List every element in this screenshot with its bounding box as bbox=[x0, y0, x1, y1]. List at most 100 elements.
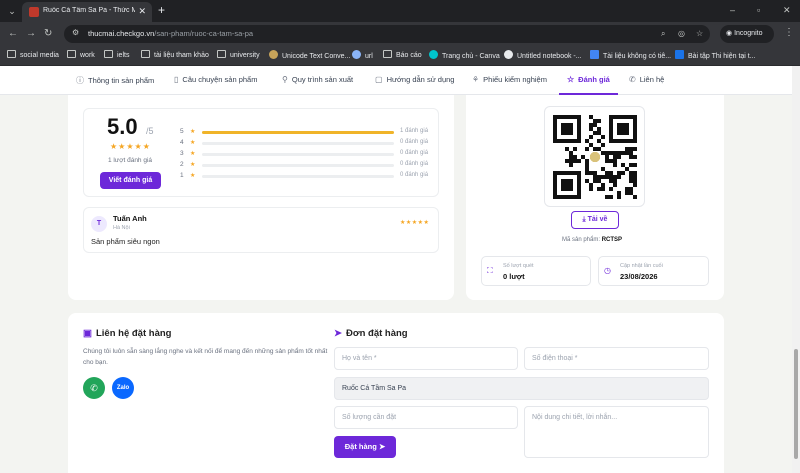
call-button[interactable]: ✆ bbox=[83, 377, 105, 399]
star-icon: ★ bbox=[190, 140, 196, 146]
reviewer-name: Tuấn Anh bbox=[113, 214, 147, 223]
docs-icon bbox=[590, 50, 599, 59]
bookmark-item[interactable]: tài liệu tham khảo bbox=[141, 50, 209, 61]
qr-code-image bbox=[553, 115, 637, 199]
scrollbar-thumb[interactable] bbox=[794, 349, 798, 459]
calendar-icon: ▣ bbox=[83, 328, 92, 339]
site-info-icon[interactable]: ⚙ bbox=[72, 28, 79, 37]
incognito-label: Incognito bbox=[734, 30, 763, 37]
rating-bar-row: 5 ★ 1 đánh giá bbox=[180, 128, 430, 136]
rating-count: 0 đánh giá bbox=[400, 161, 429, 167]
browser-tab-strip: ⌄ Ruốc Cá Tầm Sa Pa - Thức Mai ✕ + – ▫ ✕ bbox=[0, 0, 800, 22]
rating-bar-row: 4 ★ 0 đánh giá bbox=[180, 139, 430, 147]
eye-off-icon[interactable]: ◎ bbox=[678, 29, 685, 38]
bookmark-item[interactable]: university bbox=[217, 50, 260, 61]
maximize-icon[interactable]: ▫ bbox=[757, 3, 760, 17]
tab-production-process[interactable]: ⚲ Quy trình sản xuất bbox=[282, 75, 353, 84]
qr-code bbox=[544, 106, 645, 207]
bookmark-item[interactable]: Báo cáo bbox=[383, 50, 422, 61]
site-icon bbox=[675, 50, 684, 59]
info-icon: ⓘ bbox=[76, 76, 84, 85]
product-tab-nav: ⓘ Thông tin sản phẩm ▯ Câu chuyện sản phẩm… bbox=[0, 66, 792, 95]
submit-order-button[interactable]: Đặt hàng ➤ bbox=[334, 436, 396, 458]
tab-reviews[interactable]: ☆ Đánh giá bbox=[567, 75, 610, 84]
tab-search-icon[interactable]: ⌄ bbox=[5, 4, 19, 18]
message-field[interactable]: Nội dung chi tiết, lời nhắn... bbox=[524, 406, 709, 458]
bookmark-item[interactable]: work bbox=[67, 50, 95, 61]
contact-title: ▣ Liên hệ đặt hàng bbox=[83, 328, 172, 339]
name-field[interactable]: Họ và tên * bbox=[334, 347, 518, 370]
folder-icon bbox=[217, 50, 226, 58]
rating-count: 0 đánh giá bbox=[400, 139, 429, 145]
tab-usage-guide[interactable]: ▢ Hướng dẫn sử dụng bbox=[375, 75, 454, 84]
page-scrollbar[interactable] bbox=[792, 66, 800, 473]
browser-menu-icon[interactable]: ⋮ bbox=[784, 27, 794, 38]
rating-count: 1 đánh giá bbox=[400, 128, 429, 134]
new-tab-icon[interactable]: + bbox=[158, 3, 165, 17]
scan-icon: ⛶ bbox=[487, 266, 493, 275]
bookmark-item[interactable]: url bbox=[352, 50, 373, 62]
send-icon: ➤ bbox=[334, 328, 342, 339]
zalo-button[interactable]: Zalo bbox=[112, 377, 134, 399]
product-code: Mã sản phẩm: RCTSP bbox=[562, 237, 623, 243]
tab-test-certificate[interactable]: ⚘ Phiếu kiểm nghiệm bbox=[472, 75, 547, 84]
tab-close-icon[interactable]: ✕ bbox=[138, 6, 146, 16]
tab-product-info[interactable]: ⓘ Thông tin sản phẩm bbox=[76, 75, 154, 86]
phone-icon: ✆ bbox=[629, 75, 636, 84]
phone-icon: ✆ bbox=[90, 383, 98, 393]
back-icon[interactable]: ← bbox=[8, 27, 18, 41]
bookmark-item[interactable]: Unicode Text Conve... bbox=[269, 50, 350, 62]
rating-bar-fill bbox=[202, 131, 394, 134]
star-icon: ★ bbox=[190, 173, 196, 179]
quantity-field[interactable]: Số lượng cần đặt bbox=[334, 406, 518, 429]
globe-icon bbox=[352, 50, 361, 59]
order-title: ➤ Đơn đặt hàng bbox=[334, 328, 408, 339]
bookmark-item[interactable]: Trang chủ - Canva bbox=[429, 50, 500, 62]
star-icon: ★ bbox=[190, 162, 196, 168]
average-score: 5.0 bbox=[107, 114, 138, 139]
reload-icon[interactable]: ↻ bbox=[44, 27, 52, 41]
rating-level: 2 bbox=[180, 161, 184, 168]
tab-title: Ruốc Cá Tầm Sa Pa - Thức Mai bbox=[43, 7, 135, 14]
bookmark-item[interactable]: Untitled notebook -... bbox=[504, 50, 582, 62]
zoom-icon[interactable]: ⌕ bbox=[661, 29, 665, 39]
score-max: /5 bbox=[146, 126, 154, 136]
rating-level: 4 bbox=[180, 139, 184, 146]
forward-icon[interactable]: → bbox=[26, 27, 36, 41]
average-stars: ★★★★★ bbox=[110, 142, 151, 151]
folder-icon bbox=[141, 50, 150, 58]
notebook-icon bbox=[504, 50, 513, 59]
bookmark-item[interactable]: ielts bbox=[104, 50, 129, 61]
browser-tab[interactable]: Ruốc Cá Tầm Sa Pa - Thức Mai ✕ bbox=[22, 2, 152, 22]
address-bar[interactable]: ⚙ thucmai.checkgo.vn/san-pham/ruoc-ca-ta… bbox=[64, 25, 710, 43]
send-icon: ➤ bbox=[376, 442, 386, 451]
incognito-indicator[interactable]: ◉ Incognito bbox=[720, 25, 774, 43]
star-icon: ★ bbox=[190, 129, 196, 135]
bookmark-item[interactable]: Bài tập Thi hiện tại t... bbox=[675, 50, 756, 62]
bookmark-item[interactable]: Tài liệu không có tiê... bbox=[590, 50, 671, 62]
product-field[interactable]: Ruốc Cá Tầm Sa Pa bbox=[334, 377, 709, 400]
bookmark-item[interactable]: social media bbox=[7, 50, 59, 61]
canva-icon bbox=[429, 50, 438, 59]
rating-count: 0 đánh giá bbox=[400, 172, 429, 178]
folder-icon bbox=[383, 50, 392, 58]
url-text: thucmai.checkgo.vn/san-pham/ruoc-ca-tam-… bbox=[88, 29, 254, 38]
close-window-icon[interactable]: ✕ bbox=[783, 3, 791, 17]
rating-level: 3 bbox=[180, 150, 184, 157]
last-updated-value: 23/08/2026 bbox=[620, 272, 658, 281]
folder-icon bbox=[7, 50, 16, 58]
tab-product-story[interactable]: ▯ Câu chuyện sản phẩm bbox=[174, 75, 257, 84]
rating-bar bbox=[202, 164, 394, 167]
write-review-button[interactable]: Viết đánh giá bbox=[100, 172, 161, 189]
tab-contact[interactable]: ✆ Liên hệ bbox=[629, 75, 664, 84]
scan-count-value: 0 lượt bbox=[503, 272, 525, 281]
minimize-icon[interactable]: – bbox=[730, 3, 735, 17]
bookmarks-bar: social media work ielts tài liệu tham kh… bbox=[0, 46, 800, 66]
folder-icon bbox=[104, 50, 113, 58]
download-qr-button[interactable]: ⤓ Tải về bbox=[571, 211, 619, 229]
bookmark-star-icon[interactable]: ☆ bbox=[696, 29, 703, 38]
rating-bar bbox=[202, 131, 394, 134]
phone-field[interactable]: Số điện thoại * bbox=[524, 347, 709, 370]
incognito-icon: ◉ bbox=[726, 30, 735, 37]
rating-bar-row: 1 ★ 0 đánh giá bbox=[180, 172, 430, 180]
